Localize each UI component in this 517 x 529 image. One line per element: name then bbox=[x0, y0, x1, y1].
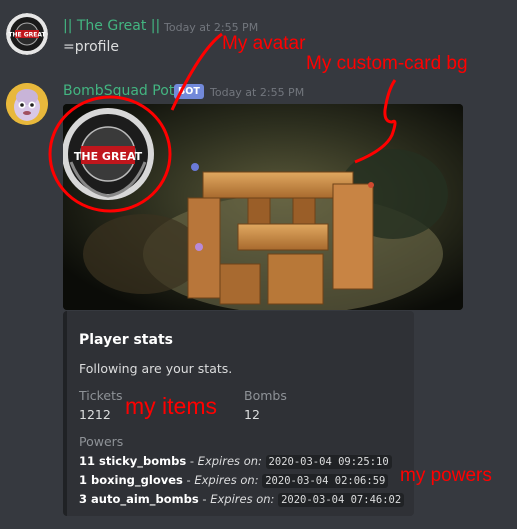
card-avatar-icon: THE GREAT bbox=[63, 108, 154, 200]
power-row: 11 sticky_bombs - Expires on: 2020-03-04… bbox=[79, 454, 392, 469]
power-row: 1 boxing_gloves - Expires on: 2020-03-04… bbox=[79, 473, 389, 488]
message-content: =profile bbox=[63, 39, 119, 55]
card-background-image[interactable]: THE GREAT bbox=[63, 104, 463, 310]
power-item: 3 auto_aim_bombs bbox=[79, 492, 199, 506]
player-stats-embed: Player stats Following are your stats. T… bbox=[63, 311, 414, 516]
power-separator: - bbox=[198, 492, 211, 506]
power-separator: - bbox=[186, 454, 198, 468]
field-name-tickets: Tickets bbox=[79, 388, 123, 403]
svg-text:THE GREAT: THE GREAT bbox=[74, 150, 143, 163]
power-item: 1 boxing_gloves bbox=[79, 473, 183, 487]
embed-title: Player stats bbox=[79, 332, 173, 348]
expiry-date: 2020-03-04 02:06:59 bbox=[262, 474, 389, 488]
bot-character-icon bbox=[6, 83, 48, 125]
expiry-date: 2020-03-04 07:46:02 bbox=[278, 493, 405, 507]
card-bg-annotation: My custom-card bg bbox=[306, 53, 468, 74]
field-value-bombs: 12 bbox=[244, 407, 260, 422]
bot-tag: BOT bbox=[174, 84, 204, 99]
field-name-bombs: Bombs bbox=[244, 388, 287, 403]
expiry-date: 2020-03-04 09:25:10 bbox=[265, 455, 392, 469]
avatar-annotation: My avatar bbox=[222, 33, 306, 54]
field-name-powers: Powers bbox=[79, 434, 124, 449]
powers-annotation: my powers bbox=[400, 465, 492, 486]
power-separator: - bbox=[182, 473, 195, 487]
items-annotation: my items bbox=[125, 393, 217, 419]
svg-text:THE GREAT: THE GREAT bbox=[8, 32, 46, 39]
bot-name[interactable]: BombSquad Pot bbox=[63, 83, 174, 99]
timestamp: Today at 2:55 PM bbox=[210, 86, 305, 99]
expires-label: Expires on: bbox=[210, 492, 275, 506]
author-name[interactable]: || The Great || bbox=[63, 18, 160, 34]
field-value-tickets: 1212 bbox=[79, 407, 111, 422]
crate-maze-scene-icon: THE GREAT bbox=[63, 104, 463, 310]
embed-description: Following are your stats. bbox=[79, 361, 233, 376]
power-item: 11 sticky_bombs bbox=[79, 454, 187, 468]
expires-label: Expires on: bbox=[194, 473, 259, 487]
the-great-logo-icon: THE GREAT bbox=[6, 13, 48, 55]
expires-label: Expires on: bbox=[197, 454, 262, 468]
bot-avatar[interactable] bbox=[6, 83, 48, 125]
user-avatar[interactable]: THE GREAT bbox=[6, 13, 48, 55]
power-row: 3 auto_aim_bombs - Expires on: 2020-03-0… bbox=[79, 492, 405, 507]
